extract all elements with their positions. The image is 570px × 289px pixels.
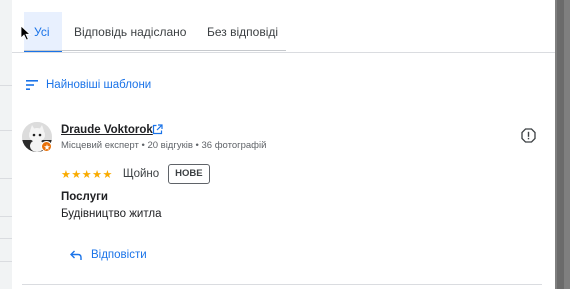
reviews-panel: Усі Відповідь надіслано Без відповіді На… <box>12 0 555 289</box>
service-value: Будівництво житла <box>61 208 162 220</box>
reviewer-name-link[interactable]: Draude Voktorok <box>61 124 153 136</box>
star-rating: ★★★★★ <box>61 168 113 181</box>
local-guide-badge-icon <box>41 141 52 152</box>
avatar[interactable] <box>22 122 52 152</box>
new-badge: НОВЕ <box>168 164 210 184</box>
background-page-strip <box>0 0 12 289</box>
sort-button[interactable]: Найновіші шаблони <box>26 78 151 92</box>
review-divider <box>22 284 542 285</box>
tab-divider <box>24 50 286 51</box>
mouse-cursor-icon <box>20 25 31 41</box>
backdrop-overlay <box>555 0 570 289</box>
reply-label: Відповісти <box>91 249 147 261</box>
service-heading: Послуги <box>61 191 108 203</box>
review-time: Щойно <box>122 168 160 180</box>
reply-icon <box>70 250 82 260</box>
tab-replied[interactable]: Відповідь надіслано <box>74 12 186 52</box>
sort-icon <box>26 80 38 90</box>
rating-row: ★★★★★ Щойно НОВЕ <box>61 164 210 184</box>
report-icon[interactable] <box>521 128 536 143</box>
open-external-icon[interactable] <box>152 124 163 135</box>
scrollbar[interactable] <box>557 0 564 289</box>
tab-unreplied[interactable]: Без відповіді <box>207 12 278 52</box>
reviewer-meta: Місцевий експерт • 20 відгуків • 36 фото… <box>61 140 267 151</box>
reply-button[interactable]: Відповісти <box>70 247 147 263</box>
sort-label: Найновіші шаблони <box>46 79 152 91</box>
tab-bar: Усі Відповідь надіслано Без відповіді <box>12 0 555 53</box>
